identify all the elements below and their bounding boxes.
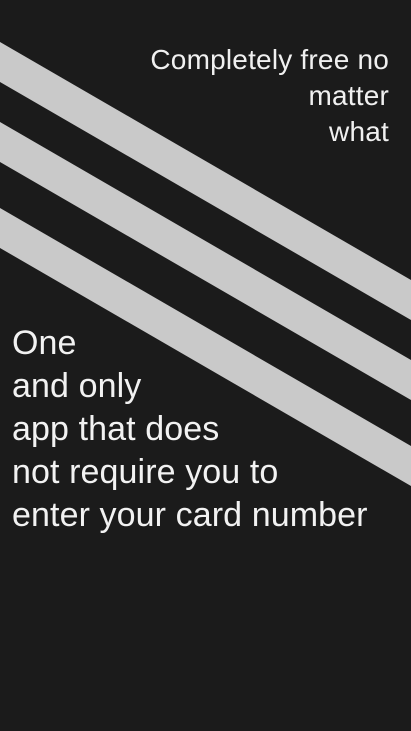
main-message: One and only app that does not require y… <box>12 322 402 537</box>
main-message-line-3: app that does <box>12 410 220 448</box>
main-message-line-2: and only <box>12 367 142 405</box>
free-message-line-3: what <box>329 116 389 147</box>
main-message-line-4: not require you to <box>12 453 279 491</box>
main-message-line-1: One <box>12 324 77 362</box>
free-message: Completely free no matter what <box>109 42 389 150</box>
free-message-line-1: Completely free no <box>150 44 389 75</box>
free-message-line-2: matter <box>308 80 389 111</box>
main-message-line-5: enter your card number <box>12 496 368 534</box>
onboarding-screen: Completely free no matter what One and o… <box>0 0 411 731</box>
